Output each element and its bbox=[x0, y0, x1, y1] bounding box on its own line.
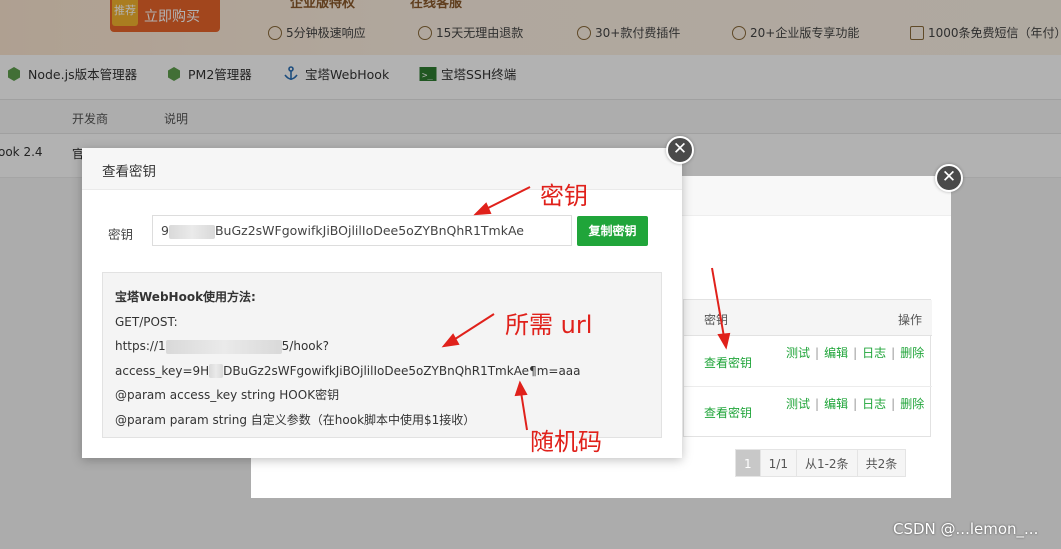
arrow-line bbox=[520, 391, 528, 431]
arrow-line bbox=[451, 313, 495, 342]
arrow-line bbox=[483, 186, 531, 211]
annotation-key: 密钥 bbox=[540, 182, 588, 210]
arrow-head bbox=[717, 332, 731, 350]
arrow-head bbox=[441, 333, 460, 348]
watermark: CSDN @...lemon_... bbox=[893, 520, 1039, 538]
annotation-arrows bbox=[441, 186, 731, 431]
arrow-line bbox=[711, 267, 725, 338]
annotation-url: 所需 url bbox=[505, 311, 593, 339]
arrow-head bbox=[514, 380, 528, 397]
arrow-head bbox=[473, 202, 492, 216]
annotation-random: 随机码 bbox=[530, 428, 602, 456]
